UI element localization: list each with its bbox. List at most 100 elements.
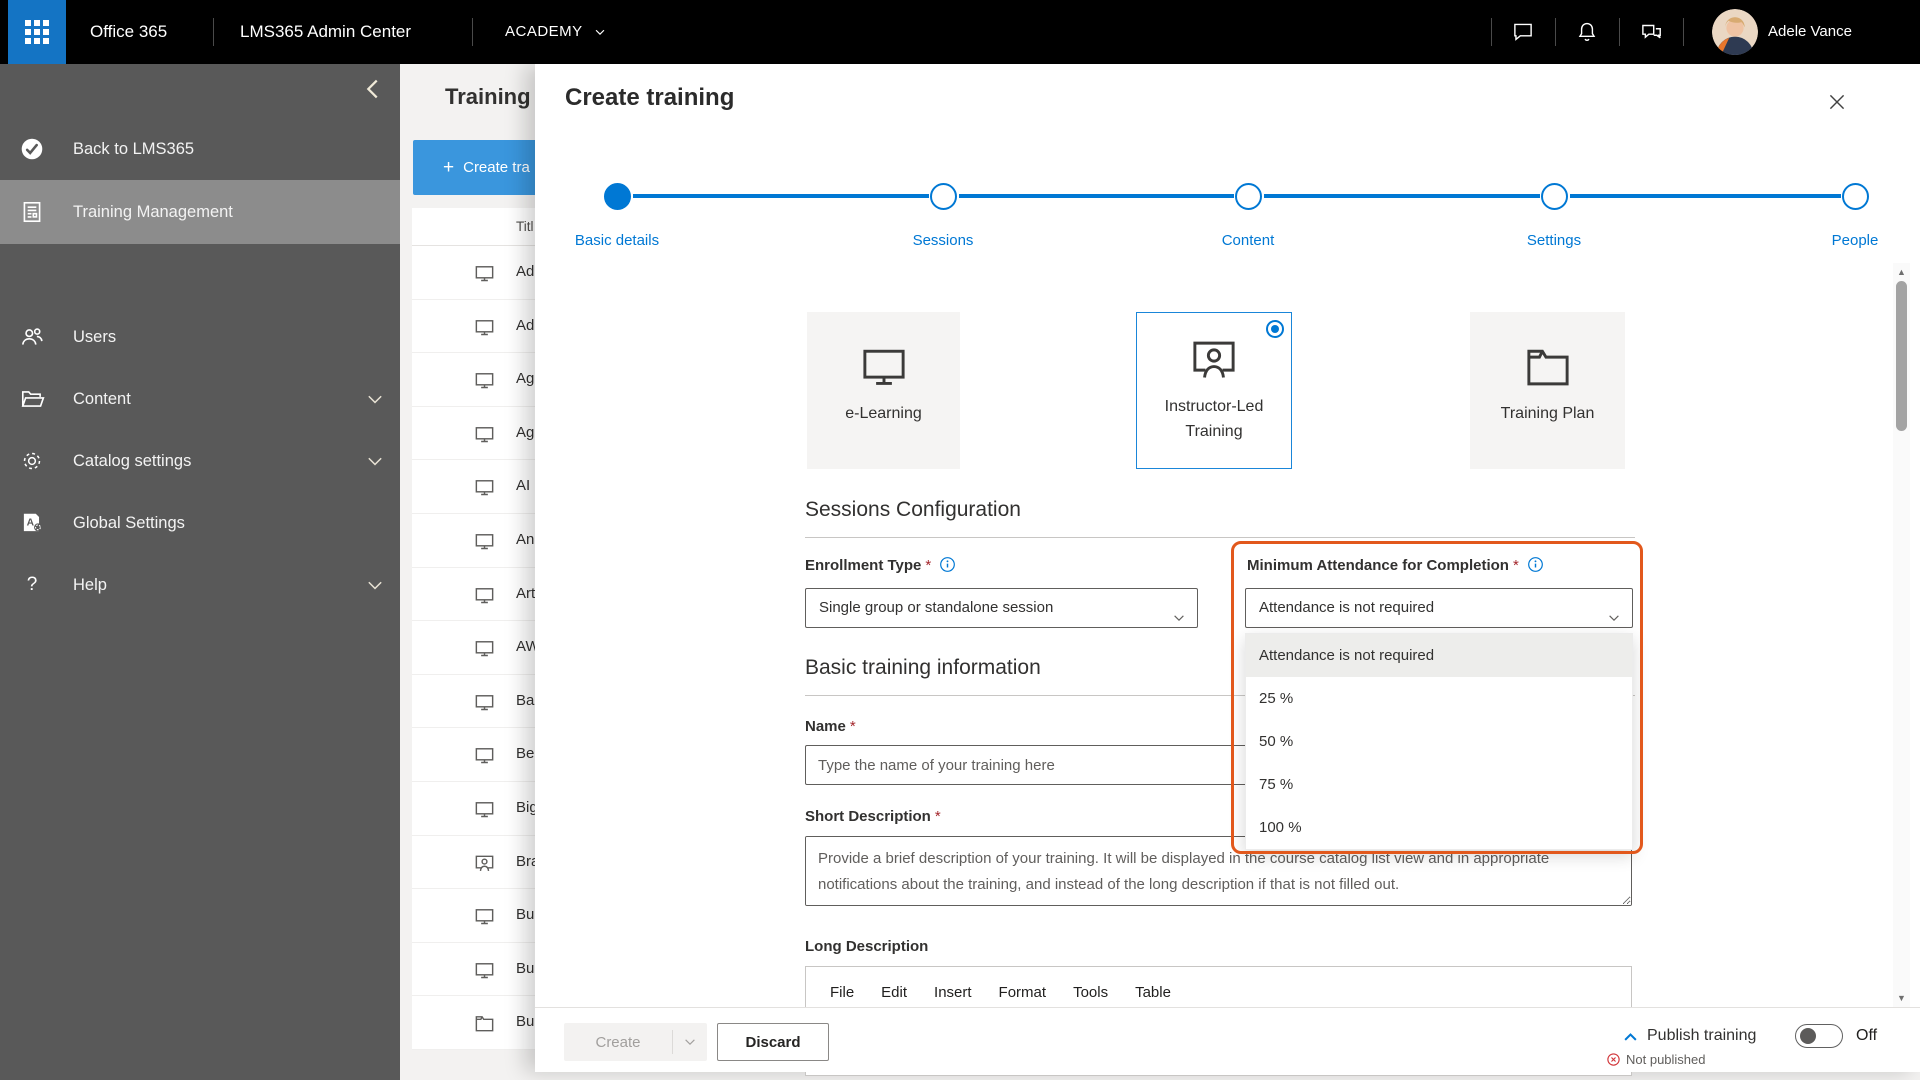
- step-circle-basic-details[interactable]: [604, 183, 631, 210]
- folder-icon: [473, 1012, 496, 1035]
- enrollment-type-select[interactable]: Single group or standalone session: [805, 588, 1198, 628]
- row-title: Bu: [516, 1013, 534, 1030]
- sidebar-collapse-button[interactable]: [358, 74, 390, 106]
- topbar-separator: [1683, 18, 1684, 46]
- publish-toggle[interactable]: [1795, 1024, 1843, 1048]
- chevron-down-icon[interactable]: [673, 1035, 706, 1049]
- card-elearning[interactable]: e-Learning: [807, 312, 960, 469]
- info-icon[interactable]: [1527, 556, 1544, 573]
- step-circle-people[interactable]: [1842, 183, 1869, 210]
- users-icon: [19, 324, 45, 350]
- step-connector: [633, 194, 929, 198]
- label-text: Minimum Attendance for Completion: [1247, 557, 1509, 574]
- collapse-panel-button[interactable]: [1621, 1028, 1640, 1047]
- modal-footer: Create Discard Publish training Off Not …: [535, 1007, 1920, 1072]
- chevron-up-icon: [1621, 1028, 1640, 1047]
- editor-menu-insert[interactable]: Insert: [934, 984, 972, 1001]
- step-label-people[interactable]: People: [1785, 232, 1920, 249]
- close-button[interactable]: [1825, 90, 1851, 116]
- brand-office365[interactable]: Office 365: [90, 0, 167, 64]
- chevron-down-icon: [1172, 602, 1186, 616]
- scroll-down-arrow[interactable]: ▼: [1893, 991, 1910, 1005]
- tenant-menu[interactable]: ACADEMY: [505, 0, 607, 64]
- sidebar-item-label: Training Management: [73, 203, 233, 222]
- select-value: Single group or standalone session: [819, 599, 1053, 616]
- row-title: Ad: [516, 317, 534, 334]
- chat-button[interactable]: [1491, 0, 1555, 64]
- sidebar-item-global-settings[interactable]: A Global Settings: [0, 492, 400, 554]
- chat-icon: [1510, 19, 1536, 45]
- modal-scrollbar[interactable]: ▲ ▼: [1893, 263, 1910, 1007]
- discard-button[interactable]: Discard: [717, 1023, 829, 1061]
- sidebar-item-users[interactable]: Users: [0, 306, 400, 368]
- svg-text:A: A: [27, 518, 35, 529]
- editor-menu-table[interactable]: Table: [1135, 984, 1171, 1001]
- sidebar-item-catalog-settings[interactable]: Catalog settings: [0, 430, 400, 492]
- brand-admin-center[interactable]: LMS365 Admin Center: [240, 0, 411, 64]
- card-instructor-led-training[interactable]: Instructor-Led Training: [1136, 312, 1292, 469]
- editor-menu-format[interactable]: Format: [999, 984, 1047, 1001]
- avatar[interactable]: [1712, 9, 1758, 55]
- user-name[interactable]: Adele Vance: [1768, 0, 1852, 64]
- dropdown-option[interactable]: 25 %: [1246, 677, 1632, 720]
- publish-training-label: Publish training: [1647, 1027, 1756, 1045]
- create-button-label: Create: [564, 1034, 672, 1051]
- feedback-icon: [1638, 19, 1664, 45]
- notifications-button[interactable]: [1555, 0, 1619, 64]
- monitor-icon: [857, 340, 911, 394]
- step-circle-sessions[interactable]: [930, 183, 957, 210]
- create-training-label: Create tra: [463, 159, 530, 176]
- monitor-icon: [473, 637, 496, 660]
- row-title: An: [516, 531, 534, 548]
- monitor-icon: [473, 530, 496, 553]
- sidebar-item-content[interactable]: Content: [0, 368, 400, 430]
- min-attendance-label: Minimum Attendance for Completion*: [1247, 556, 1544, 574]
- label-text: Long Description: [805, 938, 928, 955]
- row-title: Ad: [516, 263, 534, 280]
- create-button[interactable]: Create: [564, 1023, 707, 1061]
- card-training-plan[interactable]: Training Plan: [1470, 312, 1625, 469]
- enrollment-type-label: Enrollment Type*: [805, 556, 956, 574]
- name-label: Name*: [805, 718, 856, 735]
- chevron-down-icon: [593, 25, 607, 39]
- topbar: Office 365 LMS365 Admin Center ACADEMY: [0, 0, 1920, 64]
- short-description-label: Short Description*: [805, 808, 941, 825]
- chevron-left-icon: [358, 74, 388, 104]
- dropdown-option[interactable]: 50 %: [1246, 720, 1632, 763]
- info-icon[interactable]: [939, 556, 956, 573]
- question-icon: ?: [19, 574, 45, 596]
- step-label-settings[interactable]: Settings: [1484, 232, 1624, 249]
- editor-menu-edit[interactable]: Edit: [881, 984, 907, 1001]
- dropdown-option[interactable]: Attendance is not required: [1246, 634, 1632, 677]
- step-label-basic-details[interactable]: Basic details: [547, 232, 687, 249]
- sidebar-item-label: Users: [73, 328, 116, 347]
- monitor-icon: [473, 369, 496, 392]
- editor-menubar: File Edit Insert Format Tools Table: [830, 984, 1171, 1001]
- dropdown-option[interactable]: 100 %: [1246, 806, 1632, 849]
- bell-icon: [1574, 19, 1600, 45]
- editor-menu-file[interactable]: File: [830, 984, 854, 1001]
- basic-information-heading: Basic training information: [805, 656, 1041, 680]
- step-label-sessions[interactable]: Sessions: [873, 232, 1013, 249]
- scroll-up-arrow[interactable]: ▲: [1893, 265, 1910, 279]
- instructor-icon: [1187, 333, 1241, 387]
- row-title: Ag: [516, 424, 534, 441]
- chevron-down-icon: [364, 388, 386, 410]
- step-circle-content[interactable]: [1235, 183, 1262, 210]
- step-circle-settings[interactable]: [1541, 183, 1568, 210]
- feedback-button[interactable]: [1619, 0, 1683, 64]
- sidebar-item-help[interactable]: ? Help: [0, 554, 400, 616]
- editor-menu-tools[interactable]: Tools: [1073, 984, 1108, 1001]
- topbar-separator: [472, 18, 473, 46]
- scrollbar-thumb[interactable]: [1896, 281, 1907, 431]
- section-divider: [805, 537, 1635, 538]
- chevron-down-icon: [1607, 602, 1621, 616]
- app-launcher-button[interactable]: [8, 0, 66, 64]
- sidebar-item-back-to-lms365[interactable]: Back to LMS365: [0, 118, 400, 180]
- min-attendance-select[interactable]: Attendance is not required: [1245, 588, 1633, 628]
- sessions-configuration-heading: Sessions Configuration: [805, 498, 1021, 522]
- sidebar-item-training-management[interactable]: Training Management: [0, 180, 400, 244]
- step-label-content[interactable]: Content: [1178, 232, 1318, 249]
- card-label: e-Learning: [845, 402, 922, 427]
- dropdown-option[interactable]: 75 %: [1246, 763, 1632, 806]
